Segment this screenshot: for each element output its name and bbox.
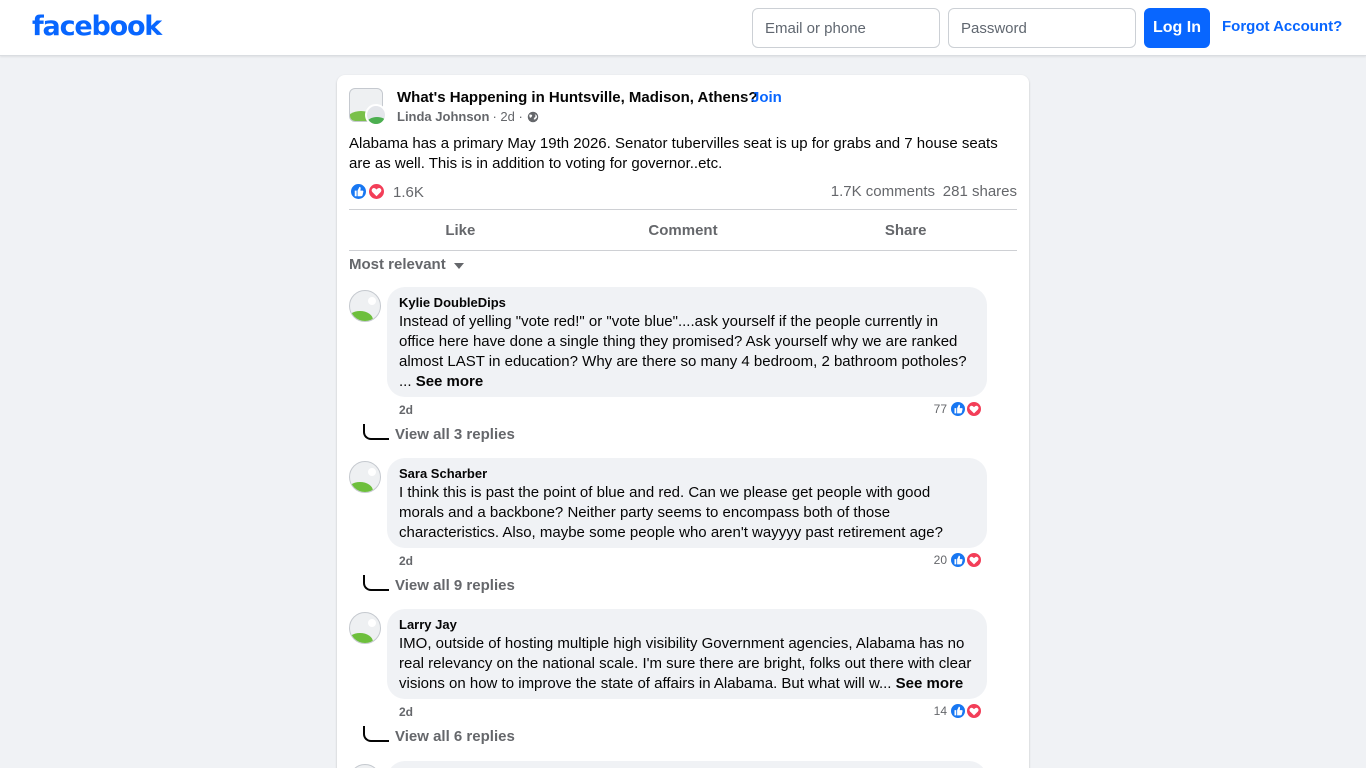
caret-down-icon	[453, 263, 464, 269]
love-reaction-icon	[965, 702, 983, 720]
love-reaction-icon	[965, 400, 983, 418]
reply-connector	[363, 575, 389, 591]
see-more-link[interactable]: See more	[416, 373, 484, 390]
commenter-name-link[interactable]: Sara Scharber	[399, 466, 975, 482]
commenter-avatar[interactable]	[349, 612, 381, 644]
post-meta: Linda Johnson · 2d ·	[397, 109, 539, 124]
commenter-name-link[interactable]: Larry Jay	[399, 617, 975, 633]
comments-count-link[interactable]: 1.7K comments	[831, 183, 935, 200]
love-reaction-icon	[965, 551, 983, 569]
password-field[interactable]	[948, 8, 1136, 48]
shares-count-link[interactable]: 281 shares	[943, 183, 1017, 200]
view-replies-label: View all 6 replies	[395, 728, 515, 745]
reply-connector	[363, 726, 389, 742]
see-more-link[interactable]: See more	[896, 675, 964, 692]
comment-bubble: Sara Scharber I think this is past the p…	[387, 458, 987, 548]
comment-time[interactable]: 2d	[399, 403, 413, 417]
join-group-link[interactable]: Join	[751, 89, 782, 106]
post-body-text: Alabama has a primary May 19th 2026. Sen…	[349, 135, 998, 172]
love-reaction-icon	[367, 182, 386, 201]
comment-body: IMO, outside of hosting multiple high vi…	[399, 635, 972, 692]
like-reaction-icon	[349, 182, 368, 201]
comment-reaction-count: 20	[933, 553, 947, 567]
comment-text: Instead of yelling "vote red!" or "vote …	[399, 312, 975, 392]
comment-bubble	[387, 761, 987, 768]
forgot-account-link[interactable]: Forgot Account?	[1222, 18, 1342, 35]
top-navigation-bar: facebook Log In Forgot Account?	[0, 0, 1366, 56]
commenter-name-link[interactable]: Kylie DoubleDips	[399, 295, 975, 311]
post-actions: Like Comment Share	[349, 210, 1017, 250]
view-replies-label: View all 3 replies	[395, 426, 515, 443]
comment-bubble: Larry Jay IMO, outside of hosting multip…	[387, 609, 987, 699]
share-button[interactable]: Share	[794, 210, 1017, 250]
view-replies-label: View all 9 replies	[395, 577, 515, 594]
comment-text: I think this is past the point of blue a…	[399, 484, 943, 541]
commenter-avatar[interactable]	[349, 764, 381, 768]
sort-label: Most relevant	[349, 256, 446, 273]
like-reaction-icon	[949, 551, 967, 569]
comment-text: IMO, outside of hosting multiple high vi…	[399, 634, 975, 694]
log-in-button[interactable]: Log In	[1144, 8, 1210, 48]
author-avatar[interactable]	[365, 104, 387, 126]
view-replies-link[interactable]: View all 3 replies	[363, 424, 515, 443]
email-field[interactable]	[752, 8, 940, 48]
author-name-link[interactable]: Linda Johnson	[397, 109, 489, 124]
reaction-summary: 1.6K 1.7K comments 281 shares	[349, 181, 1017, 203]
comment-time[interactable]: 2d	[399, 705, 413, 719]
comment-reactions[interactable]: 77	[934, 400, 985, 418]
commenter-avatar[interactable]	[349, 461, 381, 493]
reply-connector	[363, 424, 389, 440]
reaction-count[interactable]: 1.6K	[393, 184, 424, 201]
comment-reaction-count: 77	[933, 402, 947, 416]
divider	[349, 250, 1017, 251]
commenter-avatar[interactable]	[349, 290, 381, 322]
facebook-logo[interactable]: facebook	[32, 11, 162, 42]
join-separator: ·	[743, 89, 748, 106]
comment-sort-dropdown[interactable]: Most relevant	[349, 256, 464, 273]
comment-body: Instead of yelling "vote red!" or "vote …	[399, 313, 967, 390]
post-time[interactable]: · 2d ·	[492, 109, 522, 124]
comment-reactions[interactable]: 20	[934, 551, 985, 569]
like-reaction-icon	[949, 400, 967, 418]
comment-reactions[interactable]: 14	[934, 702, 985, 720]
post-card: What's Happening in Huntsville, Madison,…	[337, 75, 1029, 768]
comment-reaction-count: 14	[933, 704, 947, 718]
like-button[interactable]: Like	[349, 210, 572, 250]
globe-icon	[527, 111, 539, 122]
group-avatar[interactable]	[349, 88, 387, 126]
comment-bubble: Kylie DoubleDips Instead of yelling "vot…	[387, 287, 987, 397]
reaction-icons[interactable]	[349, 182, 389, 202]
view-replies-link[interactable]: View all 6 replies	[363, 726, 515, 745]
view-replies-link[interactable]: View all 9 replies	[363, 575, 515, 594]
group-name-link[interactable]: What's Happening in Huntsville, Madison,…	[397, 89, 758, 106]
comment-button[interactable]: Comment	[572, 210, 795, 250]
comment-time[interactable]: 2d	[399, 554, 413, 568]
like-reaction-icon	[949, 702, 967, 720]
